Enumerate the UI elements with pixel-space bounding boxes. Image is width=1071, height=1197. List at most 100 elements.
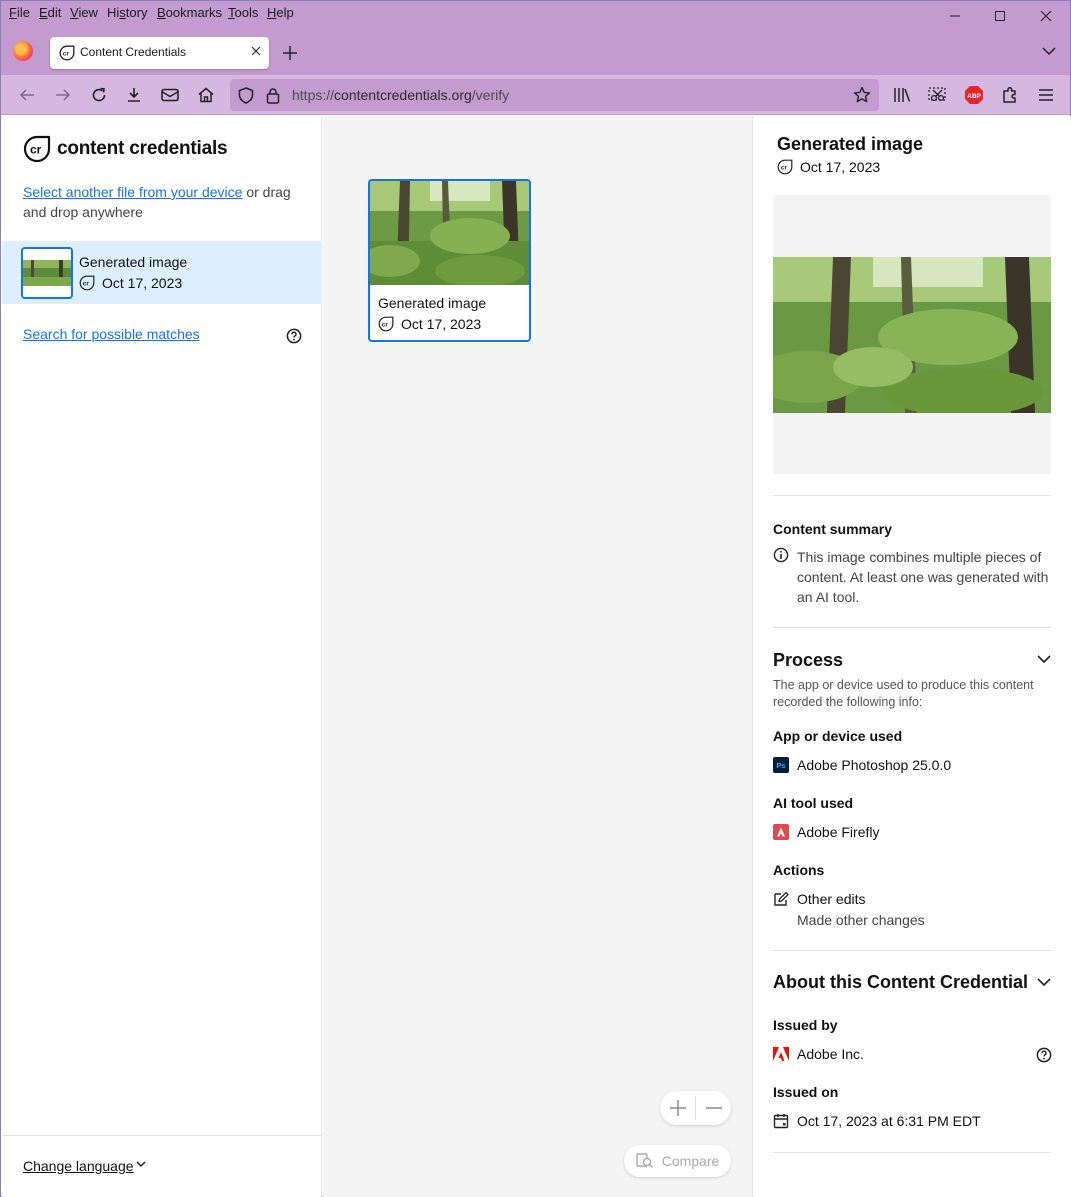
compare-icon: [636, 1153, 653, 1169]
forest-thumbnail-image: [23, 249, 71, 297]
plus-icon: [283, 46, 297, 60]
app-used-row: Ps Adobe Photoshop 25.0.0: [773, 757, 951, 773]
issued-by-heading: Issued by: [773, 1017, 838, 1033]
chevron-down-icon: [1042, 47, 1056, 56]
lock-icon[interactable]: [266, 87, 280, 104]
extensions-button[interactable]: [999, 84, 1021, 106]
file-thumbnail: [21, 247, 73, 299]
firefox-logo-icon[interactable]: [13, 41, 33, 61]
mail-icon: [161, 88, 179, 102]
adblock-badge-text: ABP: [967, 93, 981, 100]
new-tab-button[interactable]: [283, 43, 297, 66]
issued-on-heading: Issued on: [773, 1084, 839, 1100]
download-icon: [128, 88, 140, 102]
cr-badge-icon: cr: [79, 275, 95, 291]
compare-button[interactable]: Compare: [624, 1145, 731, 1177]
chevron-down-icon[interactable]: [1037, 977, 1051, 987]
menu-help[interactable]: Help: [267, 5, 294, 20]
chevron-down-icon[interactable]: [136, 1160, 146, 1168]
app-menu-button[interactable]: [1035, 84, 1057, 106]
help-icon[interactable]: [1036, 1047, 1052, 1063]
library-button[interactable]: [891, 84, 913, 106]
home-icon: [198, 87, 214, 103]
cr-badge-icon: cr: [378, 316, 394, 332]
chevron-down-icon[interactable]: [1037, 654, 1051, 664]
app-used-heading: App or device used: [773, 728, 903, 744]
menu-view[interactable]: View: [70, 5, 98, 20]
adblock-plus-button[interactable]: ABP: [963, 84, 985, 106]
email-link-button[interactable]: [159, 84, 181, 106]
menu-access-key: F: [9, 5, 17, 20]
zoom-in-button[interactable]: [660, 1091, 695, 1125]
content-summary-heading: Content summary: [773, 521, 893, 537]
action-row: Other edits: [773, 891, 865, 907]
menu-access-key: T: [228, 5, 235, 20]
issued-by-value: Adobe Inc.: [797, 1046, 864, 1062]
ai-tool-row: Adobe Firefly: [773, 824, 879, 840]
action-title: Other edits: [797, 891, 866, 907]
menu-access-key: B: [157, 5, 166, 20]
edit-pencil-icon: [773, 891, 789, 907]
close-icon: [1040, 10, 1052, 22]
bookmark-star-icon[interactable]: [853, 86, 871, 104]
svg-text:cr: cr: [83, 281, 90, 288]
downloads-button[interactable]: [123, 84, 145, 106]
svg-text:cr: cr: [30, 143, 42, 157]
forward-button[interactable]: [52, 84, 74, 106]
image-preview: [773, 195, 1051, 474]
photoshop-icon: Ps: [773, 757, 789, 773]
issued-on-value: Oct 17, 2023 at 6:31 PM EDT: [797, 1113, 981, 1129]
file-date: cr Oct 17, 2023: [79, 275, 182, 291]
menu-history[interactable]: History: [107, 5, 147, 20]
change-language-button[interactable]: Change language: [23, 1158, 134, 1174]
url-path: /verify: [471, 87, 510, 103]
cr-badge-icon: cr: [777, 159, 793, 175]
process-heading: Process: [773, 650, 844, 670]
card-title: Generated image: [378, 295, 487, 311]
app-used-value: Adobe Photoshop 25.0.0: [797, 757, 952, 773]
selected-file-item[interactable]: Generated image cr Oct 17, 2023: [2, 241, 322, 304]
menu-bookmarks[interactable]: Bookmarks: [157, 5, 222, 20]
menu-access-key: V: [70, 5, 79, 20]
menu-tools[interactable]: Tools: [228, 5, 258, 20]
url-bar[interactable]: https://contentcredentials.org/verify: [230, 79, 879, 111]
left-sidebar: cr content credentials Select another fi…: [2, 116, 322, 1197]
compare-label: Compare: [661, 1153, 720, 1169]
url-text[interactable]: https://contentcredentials.org/verify: [292, 87, 509, 103]
menu-edit[interactable]: Edit: [39, 5, 61, 20]
screenshot-extension-button[interactable]: [927, 84, 949, 106]
firefly-icon: [773, 824, 789, 840]
back-button[interactable]: [16, 84, 38, 106]
card-date-text: Oct 17, 2023: [401, 316, 482, 332]
asset-card[interactable]: Generated image cr Oct 17, 2023: [368, 179, 531, 342]
ai-tool-heading: AI tool used: [773, 795, 854, 811]
issued-by-row: Adobe Inc.: [773, 1046, 864, 1062]
tab-close-button[interactable]: [251, 43, 261, 59]
reload-icon: [92, 87, 106, 102]
help-icon[interactable]: [286, 328, 302, 344]
menu-file[interactable]: File: [9, 5, 30, 20]
url-prefix: https://: [292, 87, 335, 103]
search-matches-link[interactable]: Search for possible matches: [23, 326, 200, 342]
reload-button[interactable]: [88, 84, 110, 106]
library-icon: [894, 88, 911, 102]
url-host: contentcredentials.org: [334, 87, 472, 103]
list-all-tabs-button[interactable]: [1042, 43, 1056, 61]
divider: [773, 950, 1051, 951]
shield-icon[interactable]: [238, 87, 254, 104]
brand[interactable]: cr content credentials: [23, 135, 228, 163]
tab-content-credentials[interactable]: cr Content Credentials: [50, 37, 269, 69]
zoom-out-button[interactable]: [696, 1091, 731, 1125]
browser-window: File Edit View History Bookmarks Tools H…: [0, 0, 1071, 1197]
inspector-title: Generated image: [777, 134, 924, 154]
file-date-text: Oct 17, 2023: [102, 275, 183, 291]
cr-favicon-icon: cr: [59, 45, 75, 61]
minimize-icon: [950, 15, 960, 17]
actions-heading: Actions: [773, 862, 825, 878]
select-file-link[interactable]: Select another file from your device: [23, 184, 242, 200]
home-button[interactable]: [195, 84, 217, 106]
close-icon: [251, 46, 261, 56]
info-icon: [773, 547, 789, 563]
forest-preview-image: [773, 257, 1051, 413]
inspector-panel: Generated image cr Oct 17, 2023 Content …: [752, 116, 1071, 1197]
